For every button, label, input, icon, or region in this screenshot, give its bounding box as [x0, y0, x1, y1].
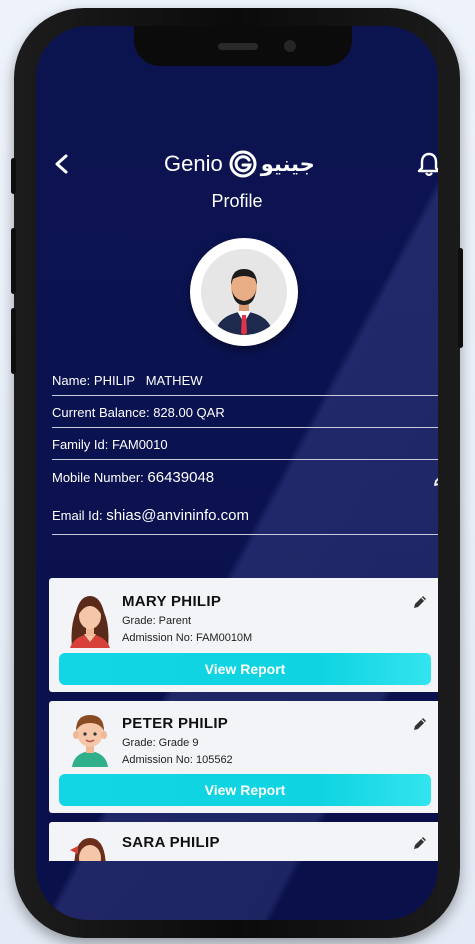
pencil-edit-icon[interactable]: [411, 593, 429, 611]
bell-icon[interactable]: [416, 150, 438, 178]
student-card: PETER PHILIP Grade: Grade 9 Admission No…: [49, 701, 438, 813]
student-card: SARA PHILIP: [49, 822, 438, 861]
divider: [52, 395, 438, 396]
student-grade: Grade: Parent: [122, 615, 192, 627]
mobile-value: 66439048: [147, 469, 215, 486]
mobile-row: Mobile Number: 66439048: [52, 469, 438, 486]
student-grade: Grade: Grade 9: [122, 737, 199, 749]
family-label: Family Id:: [52, 437, 109, 452]
student-name: MARY PHILIP: [122, 593, 222, 610]
student-card: MARY PHILIP Grade: Parent Admission No: …: [49, 578, 438, 692]
divider: [52, 459, 438, 460]
name-value: PHILIP MATHEW: [93, 373, 203, 388]
genio-logo-icon: [229, 150, 257, 178]
mobile-label: Mobile Number:: [52, 470, 144, 485]
woman-avatar-icon: [66, 590, 114, 648]
man-avatar-icon: [201, 249, 287, 335]
volume-down-button: [11, 308, 16, 374]
front-camera: [284, 40, 296, 52]
view-report-button[interactable]: View Report: [59, 653, 431, 685]
divider: [52, 534, 438, 535]
student-admission: Admission No: 105562: [122, 754, 233, 766]
email-value: shias@anvininfo.com: [106, 507, 249, 524]
power-button: [458, 248, 463, 348]
notch: [134, 26, 352, 66]
back-arrow-icon[interactable]: [52, 150, 72, 178]
view-report-button[interactable]: View Report: [59, 774, 431, 806]
volume-up-button: [11, 228, 16, 294]
profile-avatar[interactable]: [190, 238, 298, 346]
phone-frame: Genio جينيو Profile Name: PHILIP MATHEW …: [11, 8, 463, 938]
email-row: Email Id: shias@anvininfo.com: [52, 507, 438, 524]
balance-row: Current Balance: 828.00 QAR: [52, 405, 438, 420]
logo-text: Genio: [164, 151, 223, 176]
logo-arabic-text: جينيو: [260, 152, 315, 176]
name-row: Name: PHILIP MATHEW: [52, 373, 438, 388]
pencil-edit-icon[interactable]: [411, 715, 429, 733]
student-name: PETER PHILIP: [122, 715, 229, 732]
family-row: Family Id: FAM0010: [52, 437, 438, 452]
divider: [52, 427, 438, 428]
student-admission: Admission No: FAM0010M: [122, 632, 253, 644]
student-name: SARA PHILIP: [122, 834, 220, 851]
balance-label: Current Balance:: [52, 405, 150, 420]
student-list[interactable]: MARY PHILIP Grade: Parent Admission No: …: [49, 578, 438, 861]
mute-switch: [11, 158, 16, 194]
app-screen: Genio جينيو Profile Name: PHILIP MATHEW …: [36, 26, 438, 920]
girl-avatar-icon: [66, 830, 114, 861]
pencil-edit-icon[interactable]: [432, 470, 438, 488]
email-label: Email Id:: [52, 508, 103, 523]
pencil-edit-icon[interactable]: [411, 834, 429, 852]
genio-logo: Genio جينيو: [164, 149, 344, 179]
speaker: [218, 43, 258, 50]
name-label: Name:: [52, 373, 91, 388]
page-title: Profile: [211, 191, 263, 211]
family-value: FAM0010: [111, 437, 168, 452]
boy-avatar-icon: [66, 709, 114, 767]
balance-value: 828.00 QAR: [153, 405, 225, 420]
